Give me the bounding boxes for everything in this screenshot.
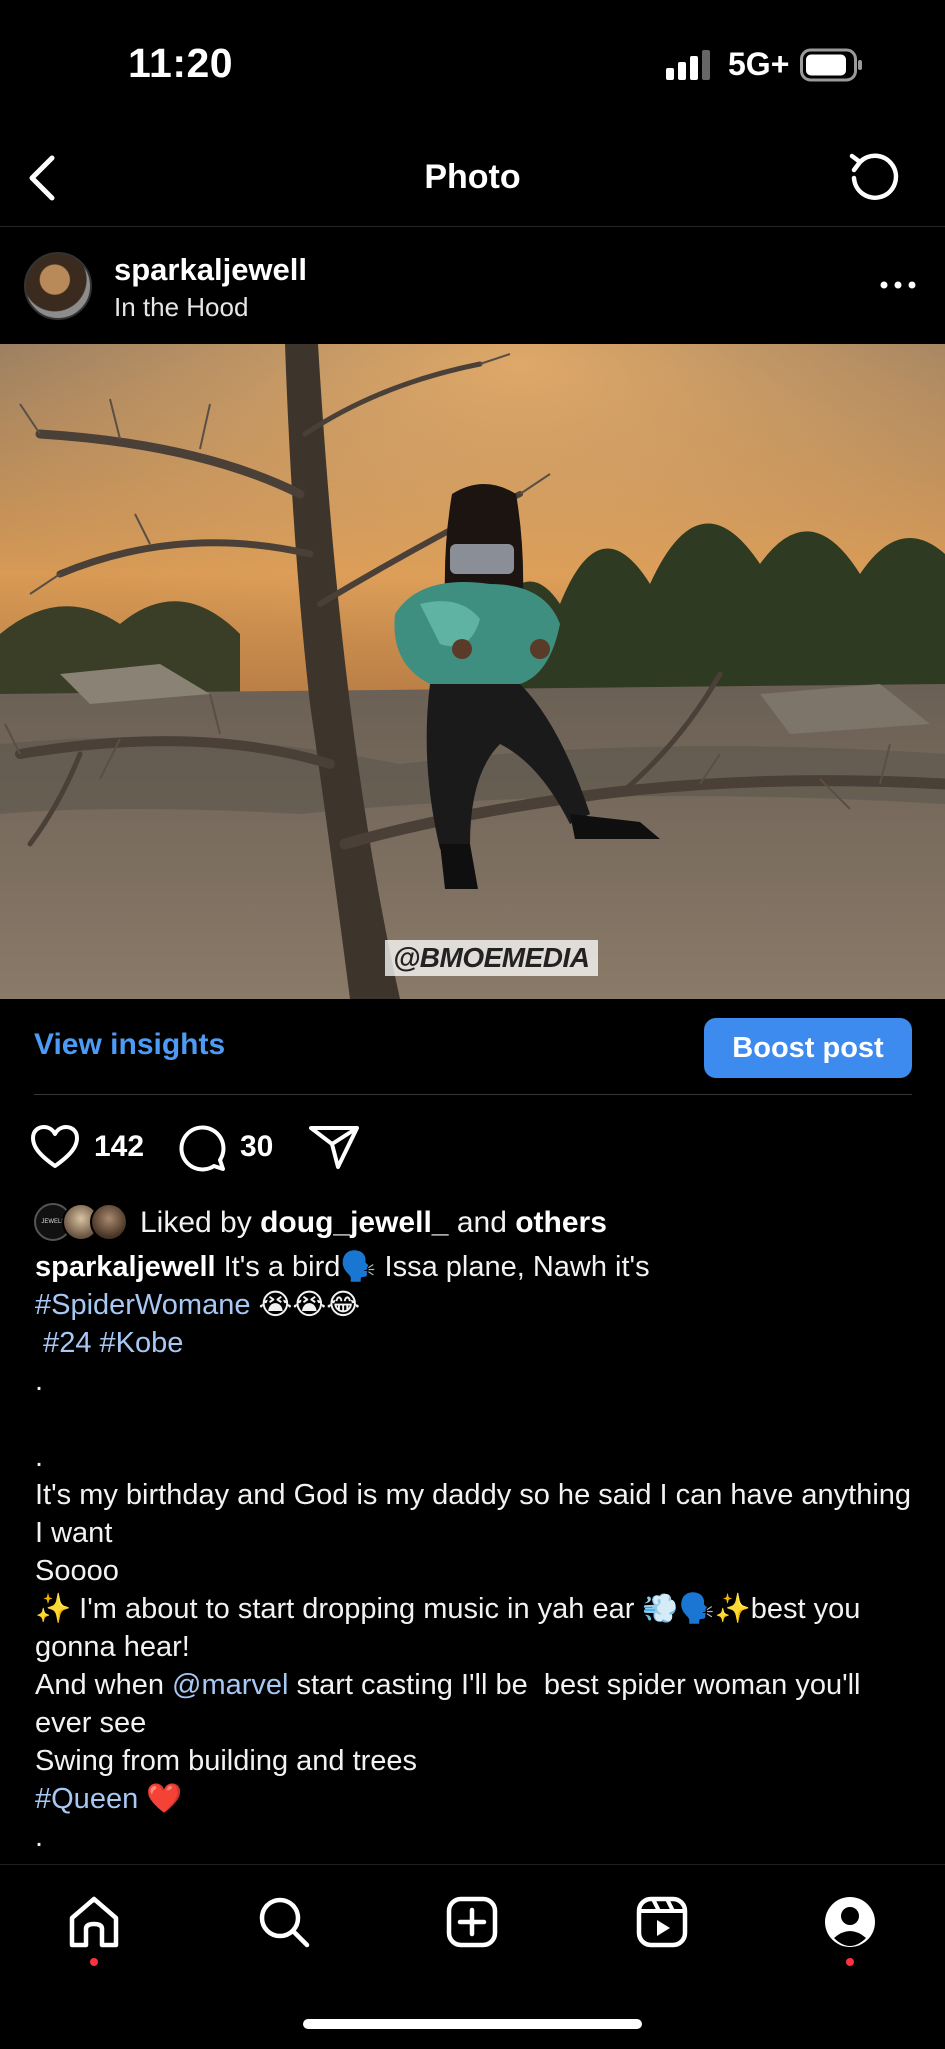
- signal-icon: [666, 50, 714, 80]
- caption-text: .: [35, 1821, 44, 1853]
- home-icon[interactable]: [66, 1894, 122, 1950]
- comment-icon[interactable]: [176, 1122, 228, 1174]
- search-icon[interactable]: [256, 1894, 312, 1950]
- network-type: 5G+: [728, 46, 790, 82]
- heart-icon[interactable]: [30, 1124, 80, 1170]
- page-title: Photo: [424, 158, 521, 196]
- battery-icon: [800, 48, 862, 82]
- liked-by-prefix: Liked by: [140, 1206, 252, 1239]
- liker-avatar: [90, 1203, 128, 1241]
- profile-notification-dot: [846, 1958, 854, 1966]
- caption-text: It's a bird🗣️ Issa plane, Nawh it's: [215, 1251, 650, 1283]
- liked-by-and: and: [456, 1206, 507, 1239]
- insights-divider: [34, 1094, 912, 1095]
- status-time: 11:20: [128, 40, 234, 86]
- caption-text: ✨ I'm about to start dropping music in y…: [35, 1593, 869, 1663]
- home-notification-dot: [90, 1958, 98, 1966]
- caption-line: #24 #Kobe: [35, 1324, 920, 1362]
- liked-by-others[interactable]: others: [515, 1206, 607, 1239]
- share-icon[interactable]: [308, 1124, 360, 1170]
- post-photo[interactable]: [0, 344, 945, 999]
- hashtag[interactable]: #SpiderWomane: [35, 1289, 250, 1321]
- boost-post-button[interactable]: Boost post: [704, 1018, 912, 1078]
- liked-by-text[interactable]: Liked by doug_jewell_ and others: [140, 1206, 607, 1240]
- likes-count[interactable]: 142: [94, 1130, 144, 1164]
- hashtag[interactable]: #Queen: [35, 1783, 138, 1815]
- more-icon[interactable]: [878, 270, 918, 300]
- caption-text: Soooo: [35, 1555, 119, 1587]
- home-indicator[interactable]: [303, 2019, 642, 2029]
- caption-line: #Queen ❤️: [35, 1780, 920, 1818]
- hashtag[interactable]: #Kobe: [100, 1327, 184, 1359]
- liked-by-user[interactable]: doug_jewell_: [260, 1206, 448, 1239]
- post-location[interactable]: In the Hood: [114, 292, 248, 323]
- post-caption: sparkaljewell It's a bird🗣️ Issa plane, …: [35, 1248, 920, 1856]
- post-username[interactable]: sparkaljewell: [114, 252, 307, 288]
- caption-line: And when @marvel start casting I'll be b…: [35, 1666, 920, 1742]
- photo-watermark: @BMOEMEDIA: [385, 940, 598, 976]
- reels-icon[interactable]: [634, 1894, 690, 1950]
- create-icon[interactable]: [444, 1894, 500, 1950]
- caption-text: Swing from building and trees: [35, 1745, 418, 1777]
- caption-text: ❤️: [138, 1783, 183, 1815]
- profile-icon[interactable]: [822, 1894, 878, 1950]
- view-insights-link[interactable]: View insights: [34, 1028, 225, 1062]
- header-divider: [0, 226, 945, 227]
- comments-count[interactable]: 30: [240, 1130, 273, 1164]
- caption-text: It's my birthday and God is my daddy so …: [35, 1479, 920, 1549]
- avatar[interactable]: [24, 252, 92, 320]
- refresh-icon[interactable]: [846, 148, 904, 206]
- caption-text: .: [35, 1441, 44, 1473]
- caption-line: #SpiderWomane 😭😭😂: [35, 1286, 920, 1324]
- caption-text: 😭😭😂: [250, 1289, 361, 1321]
- caption-line: sparkaljewell It's a bird🗣️ Issa plane, …: [35, 1248, 920, 1286]
- caption-username[interactable]: sparkaljewell: [35, 1251, 216, 1283]
- caption-text: And when: [35, 1669, 173, 1701]
- mention-link[interactable]: @marvel: [172, 1669, 288, 1701]
- hashtag[interactable]: #24: [43, 1327, 91, 1359]
- caption-text: .: [35, 1365, 44, 1397]
